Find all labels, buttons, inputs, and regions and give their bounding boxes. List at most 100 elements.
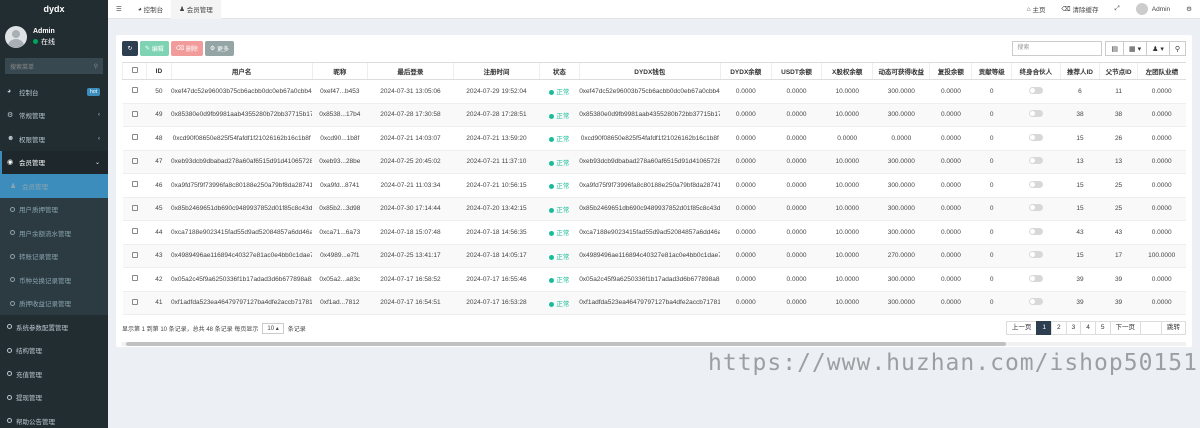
- partner-toggle[interactable]: [1011, 244, 1061, 268]
- sidebar-subitem-staking-income[interactable]: 质押收益记录管理: [0, 292, 108, 316]
- col-header[interactable]: X股权余额: [821, 62, 873, 80]
- col-header[interactable]: USDT余额: [770, 62, 822, 80]
- sidebar-subitem-exchange[interactable]: 币种兑换记录管理: [0, 268, 108, 292]
- col-header[interactable]: 左团队业绩: [1136, 62, 1186, 80]
- delete-button[interactable]: ⌫ 删除: [170, 41, 203, 56]
- row-checkbox[interactable]: [122, 267, 147, 292]
- col-header[interactable]: DYDX余额: [719, 62, 772, 80]
- page-button[interactable]: 2: [1051, 321, 1067, 335]
- toggle-switch[interactable]: [1028, 133, 1043, 141]
- page-button[interactable]: 5: [1094, 321, 1111, 335]
- page-button[interactable]: 3: [1065, 321, 1082, 335]
- advanced-search-button[interactable]: ⚲: [1168, 41, 1186, 56]
- row-checkbox[interactable]: [122, 173, 147, 198]
- fullscreen-button[interactable]: ⤢: [1107, 0, 1128, 19]
- prev-page-button[interactable]: 上一页: [1005, 321, 1038, 335]
- col-header[interactable]: 贡献等级: [971, 62, 1012, 80]
- partner-toggle[interactable]: [1011, 79, 1061, 104]
- row-checkbox[interactable]: [122, 291, 147, 315]
- toggle-view-button[interactable]: ▤: [1105, 41, 1125, 56]
- toggle-switch[interactable]: [1028, 86, 1043, 94]
- partner-toggle[interactable]: [1011, 267, 1061, 292]
- col-header[interactable]: ID: [146, 62, 172, 80]
- table-row[interactable]: 47 0xeb93dcb9dbabad278a60af6515d91d410657…: [122, 150, 1186, 174]
- toggle-switch[interactable]: [1028, 110, 1043, 118]
- table-row[interactable]: 48 0xcd90f08650e825f54fafdf1f21026162b16c…: [122, 126, 1186, 151]
- table-row[interactable]: 50 0xef47dc52e96003b75cb6acbb0dc0eb67a0cb…: [122, 79, 1186, 104]
- tab-dashboard[interactable]: ◕ 控制台: [130, 0, 171, 19]
- table-row[interactable]: 43 0x4989496ae116894c40327e81ac0e4bb0c1da…: [122, 244, 1186, 268]
- sidebar-item-general[interactable]: ⚙ 常规管理 ‹: [0, 104, 108, 128]
- col-header[interactable]: 昵称: [311, 62, 368, 80]
- row-checkbox[interactable]: [122, 244, 147, 268]
- partner-toggle[interactable]: [1011, 220, 1061, 245]
- sidebar-search-input[interactable]: 搜索菜单 ⚲: [5, 58, 103, 74]
- table-row[interactable]: 45 0x85b2469651db690c9489937852d01f85c8c4…: [122, 197, 1186, 221]
- row-checkbox[interactable]: [122, 150, 147, 174]
- refresh-button[interactable]: ↻: [122, 41, 138, 56]
- sidebar-item-dashboard[interactable]: ◕ 控制台 hot: [0, 80, 108, 104]
- columns-button[interactable]: ▦ ▾: [1123, 41, 1148, 56]
- col-header[interactable]: 最后登录: [366, 62, 454, 80]
- col-header[interactable]: 推荐人ID: [1059, 62, 1100, 80]
- toggle-switch[interactable]: [1028, 298, 1043, 306]
- col-header[interactable]: 状态: [538, 62, 580, 80]
- next-page-button[interactable]: 下一页: [1109, 321, 1141, 335]
- select-all-checkbox[interactable]: [121, 62, 147, 80]
- sidebar-item-structure[interactable]: 结构管理: [0, 339, 108, 363]
- toggle-switch[interactable]: [1028, 227, 1043, 235]
- sidebar-item-withdraw[interactable]: 提现管理: [0, 386, 108, 410]
- partner-toggle[interactable]: [1011, 197, 1061, 221]
- col-header[interactable]: 用户名: [170, 62, 313, 80]
- more-button[interactable]: ⚙ 更多: [204, 41, 234, 56]
- row-checkbox[interactable]: [122, 126, 147, 151]
- table-row[interactable]: 42 0x05a2c45f9a6250336f1b17adad3d6b677898…: [122, 267, 1186, 292]
- table-row[interactable]: 41 0xf1adfda523ea46479797127ba4dfe2accb71…: [122, 291, 1186, 315]
- toggle-switch[interactable]: [1028, 180, 1043, 188]
- search-icon[interactable]: ⚲: [94, 63, 98, 70]
- sidebar-item-members[interactable]: ◉ 会员管理 ⌄: [0, 150, 108, 174]
- toggle-switch[interactable]: [1028, 157, 1043, 165]
- col-header[interactable]: 复投余额: [929, 62, 972, 80]
- row-checkbox[interactable]: [122, 103, 147, 127]
- col-header[interactable]: 动态可获得收益: [872, 62, 930, 80]
- col-header[interactable]: 父节点ID: [1099, 62, 1138, 80]
- table-row[interactable]: 49 0x85380e0d9fb9981aab4355280b72bb37715b…: [122, 103, 1186, 127]
- row-checkbox[interactable]: [122, 220, 147, 245]
- sidebar-item-permission[interactable]: ☻ 权限管理 ‹: [0, 127, 108, 151]
- tab-member-manage[interactable]: ♟ 会员管理: [171, 0, 221, 19]
- col-header[interactable]: 注册时间: [452, 62, 540, 80]
- table-search-input[interactable]: 搜索: [1012, 41, 1103, 56]
- edit-button[interactable]: ✎ 编辑: [140, 41, 169, 56]
- page-button[interactable]: 1: [1036, 321, 1052, 335]
- sidebar-subitem-member-manage[interactable]: ♟ 会员管理: [0, 174, 108, 198]
- horizontal-scrollbar[interactable]: [122, 342, 1186, 346]
- sidebar-item-system-config[interactable]: 系统参数配置管理: [0, 315, 108, 339]
- jump-page-input[interactable]: [1140, 321, 1162, 335]
- partner-toggle[interactable]: [1011, 173, 1061, 198]
- admin-menu[interactable]: Admin: [1128, 0, 1178, 19]
- row-checkbox[interactable]: [122, 197, 147, 221]
- clear-cache-button[interactable]: ⌫ 清除缓存: [1054, 0, 1107, 19]
- home-link[interactable]: ⌂ 主页: [1019, 0, 1054, 19]
- partner-toggle[interactable]: [1011, 150, 1061, 174]
- table-row[interactable]: 44 0xca7188e9023415fad55d9ad52084857a6dd4…: [122, 220, 1186, 245]
- sidebar-subitem-balance-flow[interactable]: 用户余额流水管理: [0, 221, 108, 245]
- col-header[interactable]: DYDX钱包: [578, 62, 721, 80]
- sidebar-toggle-button[interactable]: ☰: [108, 0, 130, 19]
- page-button[interactable]: 4: [1080, 321, 1096, 335]
- sidebar-item-help[interactable]: 帮助公告管理: [0, 409, 108, 428]
- scrollbar-thumb[interactable]: [126, 342, 1006, 346]
- toggle-switch[interactable]: [1028, 204, 1043, 212]
- jump-button[interactable]: 跳转: [1161, 321, 1186, 335]
- table-row[interactable]: 46 0xa9fd75f9f73996fa8c80188e250a79bf8da2…: [122, 173, 1186, 198]
- export-button[interactable]: ♟ ▾: [1146, 41, 1170, 56]
- partner-toggle[interactable]: [1011, 103, 1061, 127]
- toggle-switch[interactable]: [1028, 251, 1043, 259]
- toggle-switch[interactable]: [1028, 274, 1043, 282]
- row-checkbox[interactable]: [122, 79, 147, 104]
- brand-logo[interactable]: dydx: [0, 0, 108, 19]
- partner-toggle[interactable]: [1011, 291, 1061, 315]
- sidebar-subitem-transfer[interactable]: 转账记录管理: [0, 245, 108, 269]
- sidebar-item-recharge[interactable]: 充值管理: [0, 362, 108, 386]
